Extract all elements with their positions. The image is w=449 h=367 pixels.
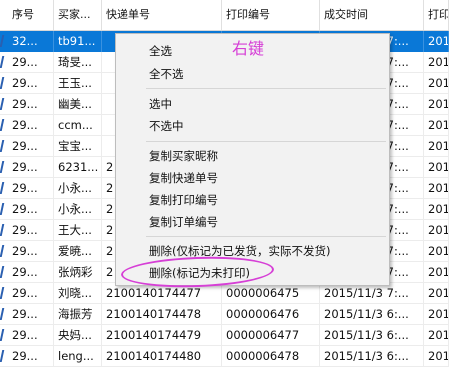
col-header-buyer[interactable]: 买家... [54, 0, 102, 30]
cell-buyer: tb91... [54, 31, 102, 52]
cell-print: 201 [424, 199, 449, 220]
cell-print: 201 [424, 346, 449, 367]
table-row[interactable]: 29... 刘晓... 2100140174477 0000006475 2015/11… [0, 283, 449, 304]
col-header-express-no[interactable]: 快递单号 [102, 0, 222, 30]
menu-item-select-none[interactable]: 全不选 [117, 63, 388, 85]
cell-buyer: 张炳彩 [54, 262, 102, 283]
row-marker-icon [0, 304, 5, 325]
cell-buyer: leng... [54, 346, 102, 367]
row-marker-icon [0, 262, 5, 283]
cell-print: 201 [424, 241, 449, 262]
row-marker-icon [0, 94, 5, 115]
cell-print: 201 [424, 220, 449, 241]
menu-item-copy-express-no[interactable]: 复制快递单号 [117, 167, 388, 189]
cell-express-no: 2100140174480 [102, 346, 222, 367]
cell-print: 201 [424, 115, 449, 136]
cell-print: 201 [424, 262, 449, 283]
cell-print: 201 [424, 73, 449, 94]
cell-seq: 29... [8, 199, 54, 220]
row-marker-icon [0, 52, 5, 73]
grid-header: 序号 买家... 快递单号 打印编号 成交时间 打印 [0, 0, 449, 31]
row-marker-icon [0, 73, 5, 94]
cell-buyer: 海振芳 [54, 304, 102, 325]
row-marker-icon [0, 157, 5, 178]
cell-seq: 29... [8, 346, 54, 367]
cell-seq: 29... [8, 178, 54, 199]
cell-seq: 29... [8, 136, 54, 157]
col-header-deal-time[interactable]: 成交时间 [320, 0, 424, 30]
cell-print: 201 [424, 178, 449, 199]
cell-deal-time: 2015/11/3 6:... [320, 304, 424, 325]
cell-seq: 29... [8, 157, 54, 178]
cell-seq: 29... [8, 115, 54, 136]
cell-seq: 29... [8, 283, 54, 304]
menu-item-copy-print-no[interactable]: 复制打印编号 [117, 189, 388, 211]
menu-item-copy-order-no[interactable]: 复制订单编号 [117, 211, 388, 233]
cell-print: 201 [424, 52, 449, 73]
row-marker-icon [0, 325, 5, 346]
cell-print: 201 [424, 31, 449, 52]
cell-seq: 29... [8, 304, 54, 325]
cell-print: 201 [424, 304, 449, 325]
row-marker-icon [0, 199, 5, 220]
cell-seq: 29... [8, 220, 54, 241]
menu-separator [146, 88, 386, 89]
menu-item-copy-buyer-nick[interactable]: 复制买家昵称 [117, 145, 388, 167]
cell-deal-time: 2015/11/3 6:... [320, 346, 424, 367]
cell-print: 201 [424, 136, 449, 157]
row-marker-icon [0, 115, 5, 136]
row-marker-icon [0, 283, 5, 304]
cell-seq: 29... [8, 73, 54, 94]
cell-buyer: 幽美... [54, 94, 102, 115]
cell-print-no: 0000006477 [222, 325, 320, 346]
cell-buyer: 6231... [54, 157, 102, 178]
col-header-print-no[interactable]: 打印编号 [222, 0, 320, 30]
cell-buyer: 小永... [54, 199, 102, 220]
cell-deal-time: 2015/11/3 7:... [320, 283, 424, 304]
context-menu: 全选 全不选 选中 不选中 复制买家昵称 复制快递单号 复制打印编号 复制订单编… [115, 33, 390, 286]
menu-separator [146, 141, 386, 142]
cell-print: 201 [424, 94, 449, 115]
row-marker-icon [0, 241, 5, 262]
cell-express-no: 2100140174479 [102, 325, 222, 346]
cell-print: 201 [424, 325, 449, 346]
cell-seq: 29... [8, 325, 54, 346]
row-marker-icon [0, 346, 5, 367]
cell-express-no: 2100140174478 [102, 304, 222, 325]
cell-print-no: 0000006478 [222, 346, 320, 367]
cell-buyer: 央妈... [54, 325, 102, 346]
col-header-seq[interactable]: 序号 [8, 0, 54, 30]
cell-buyer: 王大... [54, 220, 102, 241]
cell-print-no: 0000006476 [222, 304, 320, 325]
right-click-annotation: 右键 [232, 39, 265, 58]
cell-seq: 29... [8, 52, 54, 73]
cell-buyer: 小永... [54, 178, 102, 199]
cell-seq: 29... [8, 262, 54, 283]
cell-print: 201 [424, 157, 449, 178]
table-row[interactable]: 29... 央妈... 2100140174479 0000006477 2015/11… [0, 325, 449, 346]
row-marker-icon [0, 31, 5, 52]
table-row[interactable]: 29... 海振芳 2100140174478 0000006476 2015/11/3… [0, 304, 449, 325]
cell-seq: 32... [8, 31, 54, 52]
cell-seq: 29... [8, 241, 54, 262]
row-marker-icon [0, 220, 5, 241]
row-marker-icon [0, 178, 5, 199]
row-marker-icon [0, 136, 5, 157]
cell-print: 201 [424, 283, 449, 304]
cell-buyer: 刘晓... [54, 283, 102, 304]
cell-deal-time: 2015/11/3 6:... [320, 325, 424, 346]
cell-buyer: ccm... [54, 115, 102, 136]
table-row[interactable]: 29... leng... 2100140174480 0000006478 2015/… [0, 346, 449, 367]
cell-print-no: 0000006475 [222, 283, 320, 304]
cell-buyer: 王玉... [54, 73, 102, 94]
cell-buyer: 宝宝... [54, 136, 102, 157]
cell-buyer: 爱暁... [54, 241, 102, 262]
menu-separator [146, 236, 386, 237]
menu-item-check[interactable]: 选中 [117, 93, 388, 115]
cell-seq: 29... [8, 94, 54, 115]
cell-buyer: 琦旻... [54, 52, 102, 73]
col-header-print[interactable]: 打印 [424, 0, 449, 30]
menu-item-uncheck[interactable]: 不选中 [117, 115, 388, 137]
